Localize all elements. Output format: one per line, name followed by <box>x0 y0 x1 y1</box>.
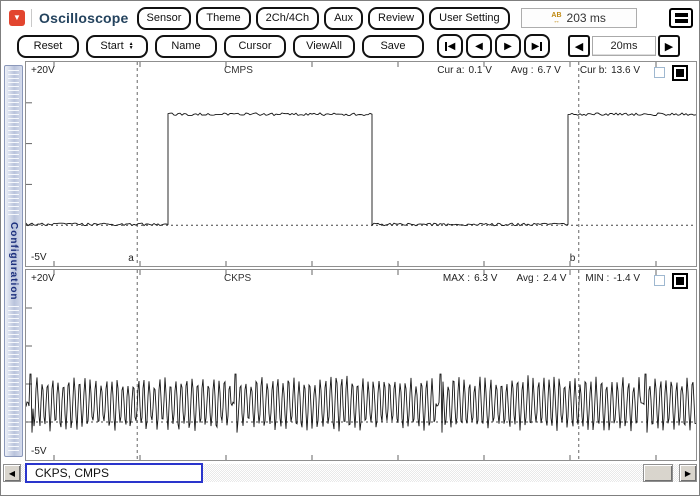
timebase-increase-button[interactable]: ▶ <box>658 35 680 57</box>
scale-top-label: +20V <box>31 273 55 284</box>
scale-bottom-label: -5V <box>31 252 47 263</box>
step-forward-button[interactable]: ▶ <box>495 34 521 58</box>
bar-icon <box>540 41 543 51</box>
stat-max: MAX :6.3 V <box>442 273 498 284</box>
channel-cmps-header: +20V CMPS Cur a: 0.1 V Avg :6.7 V Cur b: 1… <box>26 64 696 81</box>
scroll-right-button[interactable]: ▶ <box>679 464 697 482</box>
channel-checkbox[interactable] <box>654 275 665 286</box>
oscilloscope-window: ▼ Oscilloscope Sensor Theme 2Ch/4Ch Aux … <box>0 0 700 496</box>
channel-stats: Cur a: 0.1 V Avg :6.7 V Cur b: 13.6 V <box>437 65 640 76</box>
sensor-button[interactable]: Sensor <box>136 6 192 30</box>
aux-button[interactable]: Aux <box>324 6 364 30</box>
skip-end-button[interactable]: ▶ <box>524 34 550 58</box>
channel-ckps: +20V CKPS MAX :6.3 V Avg :2.4 V MIN : -1.… <box>25 269 697 461</box>
spinner-icon[interactable]: ▲ ▼ <box>129 42 134 51</box>
svg-text:b: b <box>570 253 576 264</box>
stat-avg: Avg :6.7 V <box>510 65 561 76</box>
grip-bottom <box>8 306 19 453</box>
waveform-ckps <box>26 270 696 460</box>
step-back-button[interactable]: ◀ <box>466 34 492 58</box>
app-icon-glyph: ▼ <box>13 13 21 22</box>
stat-cursor-b: Cur b: 13.6 V <box>579 65 640 76</box>
channel-selection-label[interactable]: CKPS, CMPS <box>25 463 203 483</box>
review-button[interactable]: Review <box>368 6 425 30</box>
playback-nav-group: ◀ ◀ ▶ ▶ <box>437 34 550 58</box>
svg-text:a: a <box>128 253 134 264</box>
scroll-left-button[interactable]: ◀ <box>3 464 21 482</box>
bottom-bar: ◀ ▶ CKPS, CMPS <box>3 463 697 494</box>
step-forward-icon: ▶ <box>504 40 512 52</box>
start-button[interactable]: Start ▲ ▼ <box>86 34 148 58</box>
channel-stats: MAX :6.3 V Avg :2.4 V MIN : -1.4 V <box>443 273 640 284</box>
reset-button[interactable]: Reset <box>17 34 79 58</box>
start-button-label: Start <box>100 40 124 52</box>
waveform-cmps: ab <box>26 62 696 266</box>
channel-color-swatch[interactable] <box>672 65 688 81</box>
channel-ckps-header: +20V CKPS MAX :6.3 V Avg :2.4 V MIN : -1.… <box>26 272 696 289</box>
toolbar: Reset Start ▲ ▼ Name Cursor ViewAll Save… <box>17 34 693 58</box>
stat-avg: Avg :2.4 V <box>516 273 567 284</box>
app-menu-icon[interactable]: ▼ <box>9 10 25 26</box>
save-button[interactable]: Save <box>362 34 424 58</box>
cursor-button[interactable]: Cursor <box>224 34 286 58</box>
skip-end-icon: ▶ <box>531 40 540 52</box>
timebase-decrease-button[interactable]: ◀ <box>568 35 590 57</box>
theme-button[interactable]: Theme <box>196 6 251 30</box>
stat-cursor-a: Cur a: 0.1 V <box>437 65 492 76</box>
channel-color-swatch[interactable] <box>672 273 688 289</box>
configuration-label: Configuration <box>8 221 19 301</box>
viewall-button[interactable]: ViewAll <box>293 34 355 58</box>
skip-start-button[interactable]: ◀ <box>437 34 463 58</box>
channel-checkbox[interactable] <box>654 67 665 78</box>
scale-bottom-label: -5V <box>31 446 47 457</box>
timebase-selector: ◀ 20ms ▶ <box>568 35 680 57</box>
menu-icon[interactable] <box>669 8 693 28</box>
ab-time-display[interactable]: AB ↔ 203 ms <box>520 8 637 28</box>
grip-top <box>8 70 19 216</box>
bar-icon <box>444 41 447 51</box>
step-back-icon: ◀ <box>475 40 483 52</box>
channel-name: CKPS <box>224 273 252 284</box>
configuration-panel-handle[interactable]: Configuration <box>4 65 23 457</box>
title-bar: ▼ Oscilloscope Sensor Theme 2Ch/4Ch Aux … <box>9 6 693 30</box>
channel-cmps: ab +20V CMPS Cur a: 0.1 V Avg :6.7 V Cur … <box>25 61 697 267</box>
stat-min: MIN : -1.4 V <box>585 273 640 284</box>
scale-top-label: +20V <box>31 65 55 76</box>
name-button[interactable]: Name <box>155 34 217 58</box>
channel-mode-button[interactable]: 2Ch/4Ch <box>255 6 320 30</box>
user-setting-button[interactable]: User Setting <box>429 6 510 30</box>
channel-name: CMPS <box>224 65 253 76</box>
scrollbar-thumb[interactable] <box>643 464 673 482</box>
timebase-value[interactable]: 20ms <box>592 36 656 56</box>
app-title: Oscilloscope <box>39 10 129 26</box>
ab-time-value: 203 ms <box>566 11 606 25</box>
skip-start-icon: ◀ <box>447 40 456 52</box>
ab-cursor-icon: AB ↔ <box>551 12 562 25</box>
title-divider <box>31 9 32 27</box>
